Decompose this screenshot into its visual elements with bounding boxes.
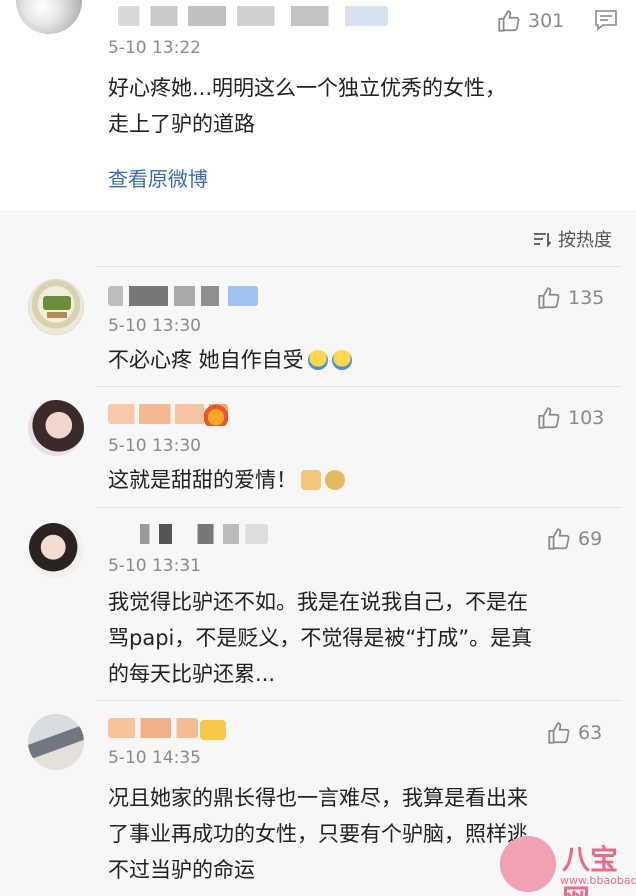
view-original-link[interactable]: 查看原微博 — [108, 163, 208, 192]
comment-timestamp: 5-10 13:22 — [108, 38, 201, 58]
like-count: 103 — [568, 407, 605, 429]
like-button[interactable]: 301 — [496, 8, 564, 34]
avatar[interactable] — [16, 0, 82, 34]
divider — [96, 700, 622, 701]
username-blurred[interactable] — [108, 524, 268, 544]
like-button[interactable]: 135 — [536, 285, 604, 311]
emoji-icon — [307, 350, 328, 370]
thumbs-up-emoji-icon — [301, 470, 321, 490]
divider — [96, 507, 622, 508]
reply-text: 这就是甜甜的爱情！ — [108, 462, 345, 498]
watermark: 八宝网 www.bbaobao.com — [500, 836, 636, 896]
thumbs-up-icon — [538, 407, 560, 429]
reply-text-content: 不必心疼 她自作自受 — [108, 348, 304, 372]
reply-timestamp: 5-10 13:30 — [108, 436, 201, 456]
avatar[interactable] — [28, 279, 84, 335]
top-comment-card: 5-10 13:22 301 好心疼她...明明这么一个独立优秀的女性， 走上了… — [0, 0, 636, 210]
watermark-url: www.bbaobao.com — [560, 874, 636, 887]
avatar[interactable] — [28, 714, 84, 770]
like-count: 135 — [568, 287, 605, 309]
avatar[interactable] — [28, 522, 84, 578]
like-count: 301 — [528, 10, 565, 32]
thumbs-up-icon — [548, 528, 570, 550]
reply-text: 我觉得比驴还不如。我是在说我自己，不是在 骂papi，不是贬义，不觉得是被“打成… — [108, 590, 533, 686]
reply-text-content: 这就是甜甜的爱情！ — [108, 468, 297, 492]
divider — [96, 266, 622, 267]
sort-by-hot-button[interactable]: 按热度 — [532, 226, 612, 252]
reply-timestamp: 5-10 13:31 — [108, 556, 201, 576]
badge-icon — [204, 404, 228, 426]
emoji-icon — [331, 350, 352, 370]
reply-text: 况且她家的鼎长得也一言难尽，我算是看出来 了事业再成功的女性，只要有个驴脑，照样… — [108, 786, 528, 882]
doge-emoji-icon — [325, 470, 345, 490]
sort-icon — [534, 233, 552, 248]
watermark-title: 八宝网 — [562, 843, 619, 896]
sort-label: 按热度 — [558, 230, 612, 251]
divider — [96, 386, 622, 387]
like-button[interactable]: 69 — [546, 526, 602, 552]
comment-text: 好心疼她...明明这么一个独立优秀的女性， 走上了驴的道路 — [108, 76, 507, 136]
username-blurred[interactable] — [118, 6, 388, 26]
like-count: 63 — [578, 722, 603, 744]
comment-icon[interactable] — [594, 9, 618, 31]
badge-icon — [200, 720, 226, 740]
thumbs-up-icon — [548, 722, 570, 744]
username-blurred[interactable] — [108, 286, 258, 306]
username-blurred[interactable] — [108, 718, 198, 738]
reply-timestamp: 5-10 13:30 — [108, 316, 201, 336]
reply-timestamp: 5-10 14:35 — [108, 748, 201, 768]
like-button[interactable]: 63 — [546, 720, 602, 746]
watermark-logo-icon — [500, 836, 556, 892]
like-count: 69 — [578, 528, 603, 550]
reply-text: 不必心疼 她自作自受 — [108, 342, 352, 378]
thumbs-up-icon — [538, 287, 560, 309]
thumbs-up-icon — [498, 10, 520, 32]
avatar[interactable] — [28, 400, 84, 456]
like-button[interactable]: 103 — [536, 405, 604, 431]
